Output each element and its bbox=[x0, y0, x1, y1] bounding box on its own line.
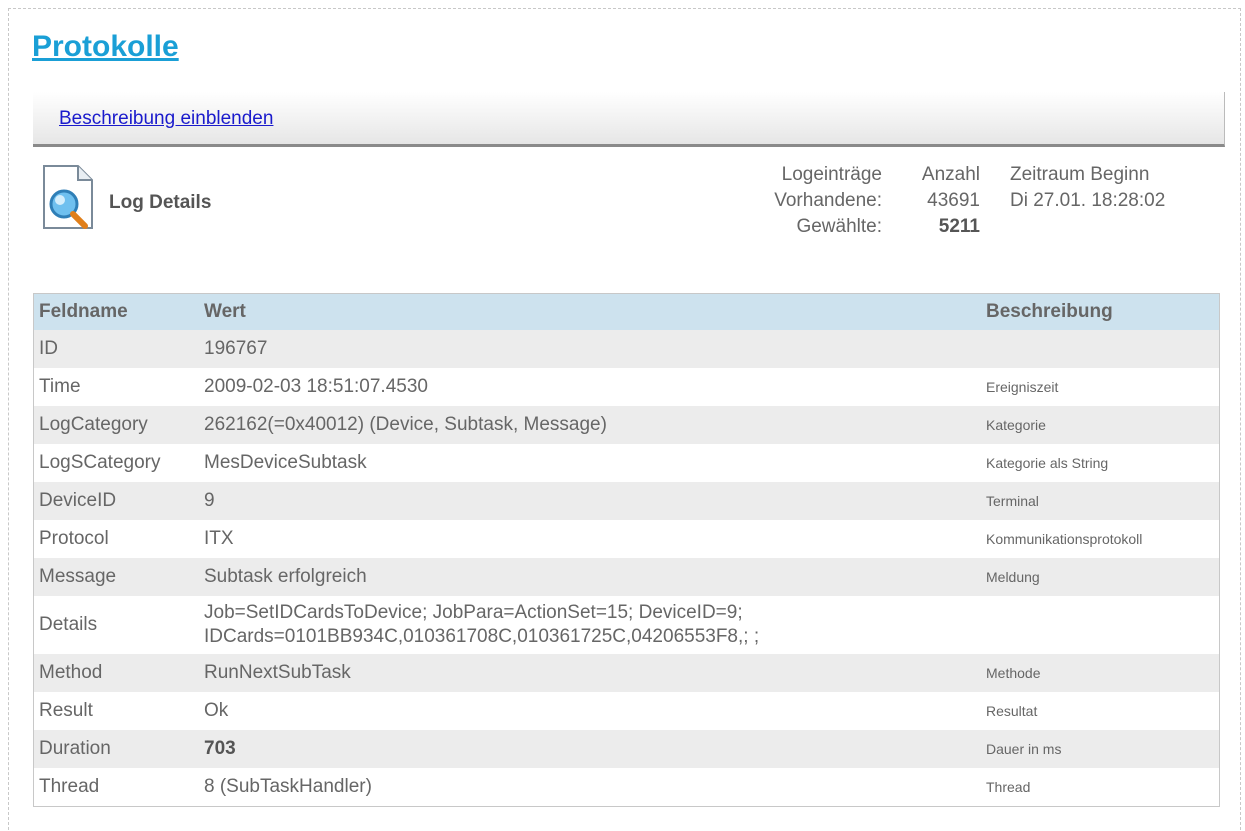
field-description: Kommunikationsprotokoll bbox=[986, 531, 1143, 547]
page-title[interactable]: Protokolle bbox=[32, 30, 179, 64]
document-magnifier-icon bbox=[43, 165, 93, 229]
field-name: Method bbox=[33, 654, 199, 692]
stats-labels: Logeinträge Vorhandene: Gewählte: bbox=[742, 162, 882, 240]
field-description bbox=[981, 330, 1220, 368]
table-row: LogSCategory MesDeviceSubtask Kategorie … bbox=[34, 444, 1220, 482]
field-description: Terminal bbox=[981, 482, 1220, 520]
field-value: ITX bbox=[204, 528, 234, 549]
vorhandene-label: Vorhandene: bbox=[774, 190, 882, 211]
table-row: Method RunNextSubTask Methode bbox=[33, 654, 1220, 692]
gewaehlte-label: Gewählte: bbox=[796, 216, 882, 237]
field-description: Resultat bbox=[986, 703, 1038, 719]
table-row: DeviceID 9 Terminal bbox=[33, 482, 1220, 520]
field-name: Protocol bbox=[39, 528, 109, 549]
field-value: 2009-02-03 18:51:07.4530 bbox=[204, 376, 428, 397]
details-line-2: IDCards=0101BB934C,010361708C,010361725C… bbox=[204, 626, 760, 647]
field-value: 703 bbox=[199, 730, 981, 768]
header-wert: Wert bbox=[199, 293, 981, 330]
description-bar: Beschreibung einblenden bbox=[33, 92, 1225, 147]
field-value: 262162(=0x40012) (Device, Subtask, Messa… bbox=[199, 406, 981, 444]
show-description-link[interactable]: Beschreibung einblenden bbox=[59, 108, 273, 130]
log-details-table: Feldname Wert Beschreibung ID 196767 Tim… bbox=[33, 293, 1220, 807]
table-header-row: Feldname Wert Beschreibung bbox=[33, 293, 1220, 330]
field-value: Job=SetIDCardsToDevice; JobPara=ActionSe… bbox=[199, 596, 981, 654]
stats-counts: Anzahl 43691 5211 bbox=[900, 162, 980, 240]
field-value: 9 bbox=[199, 482, 981, 520]
field-value: Subtask erfolgreich bbox=[199, 558, 981, 596]
logeintraege-header: Logeinträge bbox=[781, 164, 882, 185]
table-row: Duration 703 Dauer in ms bbox=[33, 730, 1220, 768]
gewaehlte-count: 5211 bbox=[938, 216, 980, 237]
field-name: DeviceID bbox=[33, 482, 199, 520]
field-description: Methode bbox=[981, 654, 1220, 692]
log-details-title: Log Details bbox=[109, 192, 212, 213]
field-name: Duration bbox=[33, 730, 199, 768]
field-name: Time bbox=[39, 376, 81, 397]
table-row: ID 196767 bbox=[33, 330, 1220, 368]
field-name: Thread bbox=[39, 776, 100, 797]
field-name: Details bbox=[39, 614, 98, 635]
table-row: Result Ok Resultat bbox=[34, 692, 1220, 730]
field-name: Message bbox=[33, 558, 199, 596]
field-value: 8 (SubTaskHandler) bbox=[204, 776, 372, 797]
field-value: RunNextSubTask bbox=[199, 654, 981, 692]
field-description: Meldung bbox=[981, 558, 1220, 596]
field-name: LogCategory bbox=[33, 406, 199, 444]
field-description: Thread bbox=[986, 779, 1031, 795]
field-description bbox=[981, 596, 1220, 654]
field-description: Dauer in ms bbox=[981, 730, 1220, 768]
table-row: LogCategory 262162(=0x40012) (Device, Su… bbox=[33, 406, 1220, 444]
table-row: Message Subtask erfolgreich Meldung bbox=[33, 558, 1220, 596]
header-beschreibung: Beschreibung bbox=[981, 293, 1220, 330]
zeitraum-header: Zeitraum Beginn bbox=[1010, 164, 1150, 185]
field-description: Ereigniszeit bbox=[986, 379, 1059, 395]
details-line-1: Job=SetIDCardsToDevice; JobPara=ActionSe… bbox=[204, 602, 743, 623]
field-description: Kategorie als String bbox=[986, 455, 1109, 471]
anzahl-header: Anzahl bbox=[921, 164, 980, 185]
vorhandene-count: 43691 bbox=[927, 190, 980, 211]
field-name: ID bbox=[33, 330, 199, 368]
table-row: Details Job=SetIDCardsToDevice; JobPara=… bbox=[34, 596, 1220, 654]
field-name: LogSCategory bbox=[39, 452, 161, 473]
zeitraum-value: Di 27.01. 18:28:02 bbox=[1010, 190, 1166, 211]
field-description: Kategorie bbox=[981, 406, 1220, 444]
field-value: MesDeviceSubtask bbox=[204, 452, 367, 473]
stats-zeitraum: Zeitraum Beginn Di 27.01. 18:28:02 bbox=[1010, 162, 1210, 214]
table-row: Time 2009-02-03 18:51:07.4530 Ereignisze… bbox=[34, 368, 1220, 406]
table-row: Thread 8 (SubTaskHandler) Thread bbox=[34, 768, 1220, 807]
table-row: Protocol ITX Kommunikationsprotokoll bbox=[34, 520, 1220, 558]
field-value: 196767 bbox=[199, 330, 981, 368]
field-name: Result bbox=[39, 700, 93, 721]
field-value: Ok bbox=[204, 700, 229, 721]
header-feldname: Feldname bbox=[33, 293, 199, 330]
